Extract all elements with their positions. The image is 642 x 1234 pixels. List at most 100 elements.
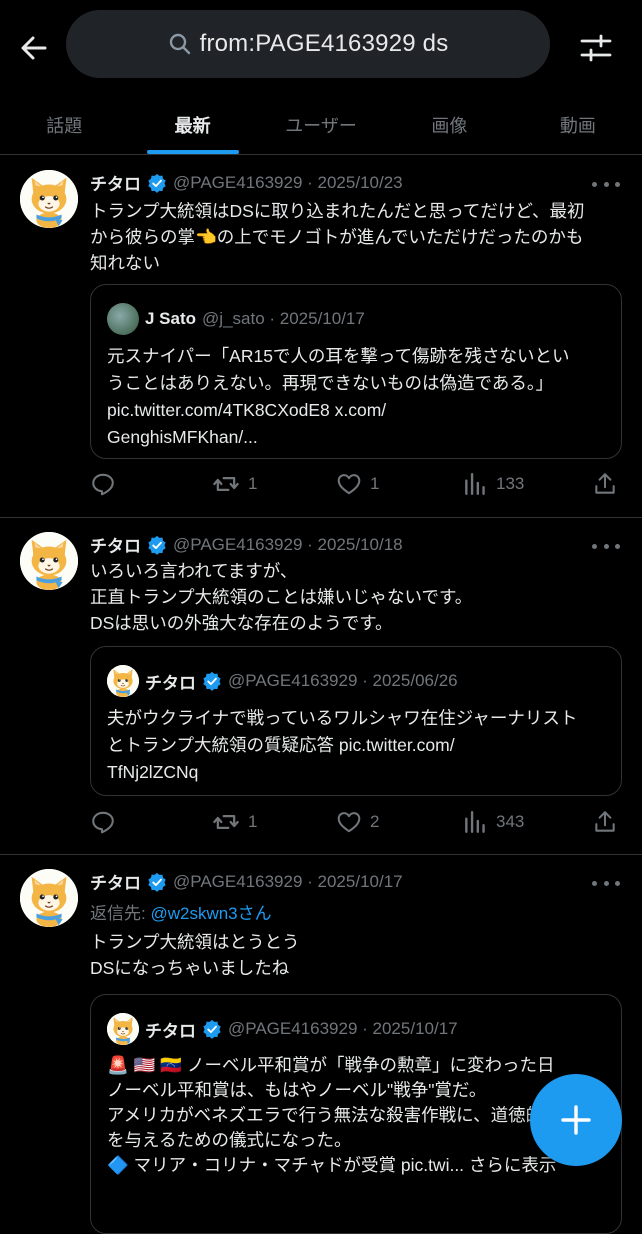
retweet-count: 1 <box>248 812 258 831</box>
reply-context: 返信先: @w2skwn3さん <box>90 899 272 924</box>
quoted-text-line: GenghisMFKhan/... <box>107 427 258 447</box>
search-icon <box>169 33 190 55</box>
quoted-text-line: 🚨 🇺🇸 🇻🇪 ノーベル平和賞が「戦争の勲章」に変わった日 <box>107 1055 555 1075</box>
quoted-author-name: J Sato <box>145 309 197 328</box>
tweet-actions: 1 2 343 <box>90 807 622 837</box>
views-button[interactable]: 133 <box>462 469 524 499</box>
share-button[interactable] <box>592 807 618 837</box>
author-name[interactable]: チタロ <box>90 532 141 557</box>
quoted-avatar <box>107 1013 139 1045</box>
view-count: 133 <box>496 474 525 493</box>
tweet-text-line: 正直トランプ大統領のことは嫌いじゃないです。 <box>90 587 473 607</box>
quoted-handle-date: @j_sato · 2025/10/17 <box>202 309 365 328</box>
quoted-author-name: チタロ <box>145 1021 196 1041</box>
avatar[interactable] <box>20 170 78 228</box>
verified-badge-icon <box>147 173 167 193</box>
search-query: from:PAGE4163929 ds <box>199 30 449 57</box>
verified-badge-icon <box>147 535 167 555</box>
cat-avatar-image <box>107 1013 139 1045</box>
quoted-handle-date: @PAGE4163929 · 2025/06/26 <box>228 671 458 690</box>
arrow-left-icon <box>21 36 47 60</box>
tweet-text: トランプ大統領はDSに取り込まれたんだと思ってだけど、最初 から彼らの掌👈の上で… <box>90 198 622 276</box>
more-options-button[interactable] <box>592 174 620 194</box>
tweet-text-line: DSになっちゃいましたね <box>90 958 290 978</box>
tweet-text-line: 知れない <box>90 253 160 273</box>
quoted-tweet[interactable]: J Sato @j_sato · 2025/10/17 元スナイパー「AR15で… <box>90 284 622 459</box>
quoted-author-name: チタロ <box>145 673 196 693</box>
search-tabs: 話題 最新 ユーザー 画像 動画 <box>0 95 642 155</box>
share-icon <box>592 471 618 497</box>
like-count: 2 <box>370 812 380 831</box>
quoted-text: 元スナイパー「AR15で人の耳を撃って傷跡を残さないとい うことはありえない。再… <box>107 343 607 451</box>
tweet-actions: 1 1 133 <box>90 469 622 499</box>
author-name[interactable]: チタロ <box>90 869 141 894</box>
avatar[interactable] <box>20 869 78 927</box>
reply-icon <box>90 471 116 497</box>
quoted-avatar <box>107 303 139 335</box>
tweet-text: いろいろ言われてますが、 正直トランプ大統領のことは嫌いじゃないです。 DSは思… <box>90 558 622 636</box>
tweet-text: トランプ大統領はとうとう DSになっちゃいましたね <box>90 929 622 981</box>
tab-latest[interactable]: 最新 <box>128 95 256 154</box>
tweet-text-line: いろいろ言われてますが、 <box>90 561 298 581</box>
bar-chart-icon <box>462 809 488 835</box>
search-input[interactable]: from:PAGE4163929 ds <box>66 10 550 78</box>
retweet-count: 1 <box>248 474 258 493</box>
tab-videos[interactable]: 動画 <box>514 95 642 154</box>
tweet-text-line: から彼らの掌👈の上でモノゴトが進んでいただけだったのかも <box>90 227 584 247</box>
quoted-text-line: pic.twitter.com/4TK8CXodE8 x.com/ <box>107 400 387 420</box>
tweet-card[interactable]: チタロ @PAGE4163929 · 2025/10/23 トランプ大統領はDS… <box>0 156 642 518</box>
tweet-card[interactable]: チタロ @PAGE4163929 · 2025/10/18 いろいろ言われてます… <box>0 518 642 855</box>
reply-button[interactable] <box>90 807 116 837</box>
quoted-text-line: 夫がウクライナで戦っているワルシャワ在住ジャーナリスト <box>107 708 578 728</box>
heart-icon <box>336 809 362 835</box>
reply-label: 返信先: <box>90 904 151 923</box>
tab-top[interactable]: 話題 <box>0 95 128 154</box>
more-options-button[interactable] <box>592 536 620 556</box>
author-name[interactable]: チタロ <box>90 170 141 195</box>
like-count: 1 <box>370 474 380 493</box>
quoted-text-line: ノーベル平和賞は、もはやノーベル"戦争"賞だ。 <box>107 1080 487 1100</box>
bar-chart-icon <box>462 471 488 497</box>
cat-avatar-image <box>20 869 78 927</box>
cat-avatar-image <box>20 532 78 590</box>
reply-button[interactable] <box>90 469 116 499</box>
top-bar: from:PAGE4163929 ds <box>0 0 642 95</box>
avatar[interactable] <box>20 532 78 590</box>
quoted-tweet[interactable]: チタロ @PAGE4163929 · 2025/06/26 夫がウクライナで戦っ… <box>90 646 622 796</box>
quoted-text: 夫がウクライナで戦っているワルシャワ在住ジャーナリスト とトランプ大統領の質疑応… <box>107 705 607 786</box>
quoted-text-line: TfNj2lZCNq <box>107 762 199 782</box>
tweet-text-line: DSは思いの外強大な存在のようです。 <box>90 613 393 633</box>
heart-icon <box>336 471 362 497</box>
author-handle-date: @PAGE4163929 · 2025/10/17 <box>173 871 403 891</box>
tweet-text-line: トランプ大統領はとうとう <box>90 932 300 952</box>
reply-handle-link[interactable]: @w2skwn3さん <box>150 904 271 923</box>
verified-badge-icon <box>202 1019 222 1039</box>
quoted-text-line: うことはありえない。再現できないものは偽造である。」 <box>107 373 554 393</box>
sliders-icon <box>580 34 612 62</box>
tab-media[interactable]: 画像 <box>385 95 513 154</box>
quoted-text-line: 🔷 マリア・コリナ・マチャドが受賞 pic.twi... さらに表示 <box>107 1155 557 1175</box>
retweet-icon <box>212 470 240 498</box>
retweet-icon <box>212 808 240 836</box>
verified-badge-icon <box>202 671 222 691</box>
back-button[interactable] <box>14 28 54 68</box>
quoted-avatar <box>107 665 139 697</box>
retweet-button[interactable]: 1 <box>212 807 257 837</box>
tweet-text-line: トランプ大統領はDSに取り込まれたんだと思ってだけど、最初 <box>90 201 585 221</box>
plus-icon <box>561 1105 591 1135</box>
retweet-button[interactable]: 1 <box>212 469 257 499</box>
filter-settings-button[interactable] <box>576 28 616 68</box>
quoted-text-line: 元スナイパー「AR15で人の耳を撃って傷跡を残さないとい <box>107 346 570 366</box>
like-button[interactable]: 1 <box>336 469 379 499</box>
like-button[interactable]: 2 <box>336 807 379 837</box>
share-button[interactable] <box>592 469 618 499</box>
views-button[interactable]: 343 <box>462 807 524 837</box>
reply-icon <box>90 809 116 835</box>
compose-button[interactable] <box>530 1074 622 1166</box>
cat-avatar-image <box>107 665 139 697</box>
cat-avatar-image <box>20 170 78 228</box>
view-count: 343 <box>496 812 525 831</box>
quoted-handle-date: @PAGE4163929 · 2025/10/17 <box>228 1019 458 1038</box>
tab-people[interactable]: ユーザー <box>257 95 385 154</box>
more-options-button[interactable] <box>592 873 620 893</box>
